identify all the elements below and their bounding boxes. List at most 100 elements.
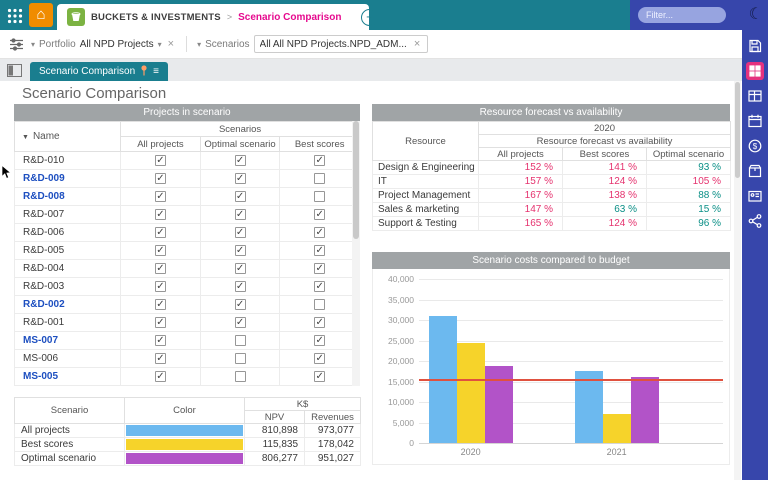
project-name[interactable]: R&D-009	[15, 170, 121, 188]
checkbox-unchecked[interactable]	[235, 353, 246, 364]
save-icon[interactable]	[746, 37, 764, 55]
checkbox-checked[interactable]: ✓	[235, 317, 246, 328]
scenarios-value[interactable]: All All NPD Projects.NPD_ADM...	[260, 39, 407, 50]
checkbox-checked[interactable]: ✓	[235, 299, 246, 310]
project-name[interactable]: R&D-005	[15, 242, 121, 260]
projects-scrollbar-thumb[interactable]	[353, 121, 359, 239]
summary-col-color: Color	[125, 398, 245, 424]
checkbox-checked[interactable]: ✓	[235, 155, 246, 166]
topbar: ⌂ BUCKETS & INVESTMENTS > Scenario Compa…	[0, 0, 768, 30]
tab-menu-icon[interactable]: ≡	[153, 66, 159, 77]
checkbox-unchecked[interactable]	[235, 371, 246, 382]
scenarios-value-box[interactable]: All All NPD Projects.NPD_ADM... ×	[254, 35, 429, 53]
checkbox-checked[interactable]: ✓	[314, 281, 325, 292]
view-options-icon[interactable]	[9, 38, 24, 51]
bucket-icon	[67, 8, 85, 26]
checkbox-checked[interactable]: ✓	[155, 263, 166, 274]
chevron-down-icon[interactable]: ▾	[197, 40, 201, 49]
table-icon[interactable]	[746, 87, 764, 105]
project-name[interactable]: R&D-006	[15, 224, 121, 242]
filter-input[interactable]	[638, 7, 726, 23]
checkbox-unchecked[interactable]	[314, 299, 325, 310]
project-name[interactable]: MS-006	[15, 350, 121, 368]
checkbox-checked[interactable]: ✓	[155, 335, 166, 346]
workspace-tab[interactable]: BUCKETS & INVESTMENTS > Scenario Compari…	[57, 4, 369, 30]
checkbox-unchecked[interactable]	[235, 335, 246, 346]
checkbox-unchecked[interactable]	[314, 173, 325, 184]
checkbox-checked[interactable]: ✓	[314, 227, 325, 238]
project-name[interactable]: R&D-007	[15, 206, 121, 224]
sort-desc-icon[interactable]: ▼	[22, 134, 29, 141]
checkbox-checked[interactable]: ✓	[155, 299, 166, 310]
checkbox-checked[interactable]: ✓	[235, 209, 246, 220]
project-name[interactable]: R&D-001	[15, 314, 121, 332]
box-icon[interactable]	[746, 162, 764, 180]
checkbox-checked[interactable]: ✓	[155, 245, 166, 256]
checkbox-checked[interactable]: ✓	[235, 227, 246, 238]
checkbox-unchecked[interactable]	[314, 191, 325, 202]
resource-col-resource: Resource	[373, 122, 479, 161]
project-name[interactable]: R&D-008	[15, 188, 121, 206]
checkbox-checked[interactable]: ✓	[155, 353, 166, 364]
checkbox-checked[interactable]: ✓	[235, 281, 246, 292]
pin-icon[interactable]	[140, 65, 148, 79]
checkbox-checked[interactable]: ✓	[155, 317, 166, 328]
checkbox-checked[interactable]: ✓	[314, 371, 325, 382]
project-name[interactable]: R&D-003	[15, 278, 121, 296]
checkbox-checked[interactable]: ✓	[235, 245, 246, 256]
checkbox-checked[interactable]: ✓	[314, 155, 325, 166]
add-tab-button[interactable]: +	[361, 9, 378, 26]
collapse-panel-icon[interactable]	[7, 64, 22, 77]
projects-scrollbar[interactable]	[352, 121, 360, 386]
checkbox-checked[interactable]: ✓	[314, 263, 325, 274]
tab-scenario-comparison[interactable]: Scenario Comparison ≡	[30, 62, 168, 81]
gridline	[419, 341, 723, 342]
checkbox-checked[interactable]: ✓	[155, 227, 166, 238]
home-icon: ⌂	[36, 6, 45, 23]
project-name[interactable]: MS-007	[15, 332, 121, 350]
project-name[interactable]: R&D-002	[15, 296, 121, 314]
checkbox-checked[interactable]: ✓	[235, 173, 246, 184]
checkbox-checked[interactable]: ✓	[314, 317, 325, 328]
projects-col-name[interactable]: ▼Name	[15, 122, 121, 152]
checkbox-checked[interactable]: ✓	[235, 191, 246, 202]
checkbox-checked[interactable]: ✓	[314, 245, 325, 256]
badge-icon[interactable]	[746, 187, 764, 205]
home-button[interactable]: ⌂	[29, 3, 53, 27]
checkbox-checked[interactable]: ✓	[155, 191, 166, 202]
checkbox-checked[interactable]: ✓	[155, 209, 166, 220]
checkbox-checked[interactable]: ✓	[314, 353, 325, 364]
projects-col-best-scores[interactable]: Best scores	[280, 137, 360, 152]
checkbox-checked[interactable]: ✓	[155, 173, 166, 184]
clear-scenarios-icon[interactable]: ×	[412, 38, 422, 50]
checkbox-checked[interactable]: ✓	[235, 263, 246, 274]
summary-col-scenario: Scenario	[15, 398, 125, 424]
clear-portfolio-icon[interactable]: ×	[166, 38, 176, 50]
dark-mode-moon-icon[interactable]: ☾	[749, 4, 763, 24]
apps-grid-icon[interactable]	[7, 8, 23, 24]
vertical-scrollbar-thumb[interactable]	[735, 82, 740, 178]
calendar-icon[interactable]	[746, 112, 764, 130]
share-icon[interactable]	[746, 212, 764, 230]
projects-col-all-projects[interactable]: All projects	[121, 137, 201, 152]
apps-icon[interactable]	[746, 62, 764, 80]
vertical-scrollbar[interactable]	[734, 81, 741, 480]
project-name[interactable]: R&D-004	[15, 260, 121, 278]
checkbox-checked[interactable]: ✓	[155, 155, 166, 166]
resource-panel-title: Resource forecast vs availability	[372, 104, 730, 121]
chevron-down-icon[interactable]: ▾	[31, 40, 35, 49]
checkbox-checked[interactable]: ✓	[155, 371, 166, 382]
project-name[interactable]: MS-005	[15, 368, 121, 386]
checkbox-checked[interactable]: ✓	[314, 335, 325, 346]
portfolio-value[interactable]: All NPD Projects	[80, 39, 154, 50]
portfolio-dropdown-icon[interactable]: ▾	[158, 40, 162, 49]
resource-value: 138 %	[563, 189, 647, 203]
breadcrumb-root[interactable]: BUCKETS & INVESTMENTS	[91, 12, 221, 23]
checkbox-checked[interactable]: ✓	[155, 281, 166, 292]
projects-table: ▼Name Scenarios All projectsOptimal scen…	[14, 121, 360, 386]
cost-icon[interactable]: $	[746, 137, 764, 155]
projects-col-optimal-scenario[interactable]: Optimal scenario	[200, 137, 280, 152]
checkbox-checked[interactable]: ✓	[314, 209, 325, 220]
project-name[interactable]: R&D-010	[15, 152, 121, 170]
breadcrumb-current[interactable]: Scenario Comparison	[238, 12, 341, 23]
